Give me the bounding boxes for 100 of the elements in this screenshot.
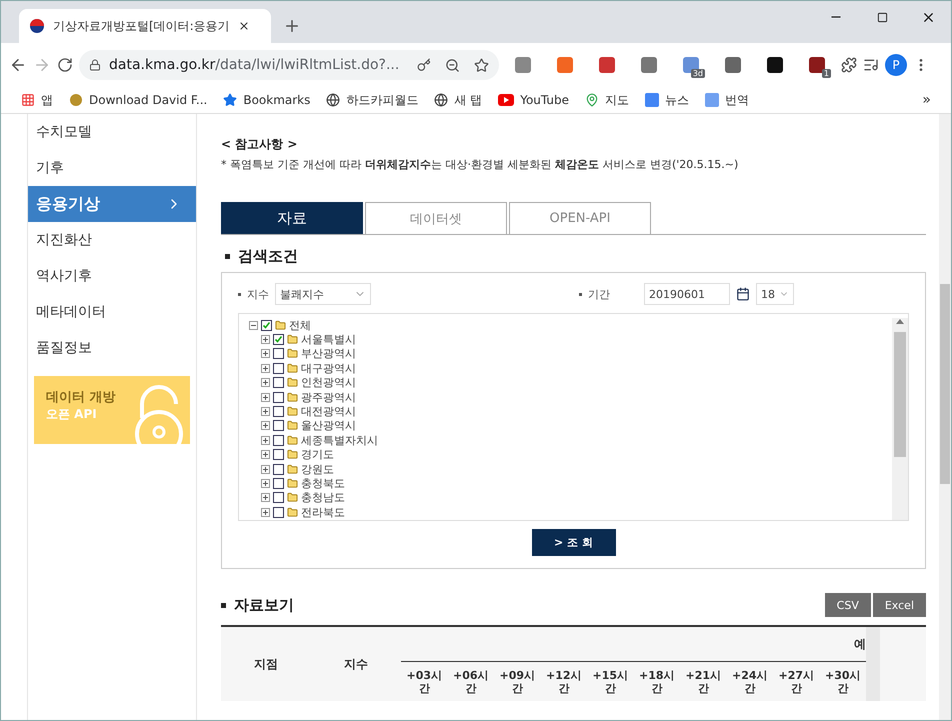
open-api-banner[interactable]: 데이터 개방 오픈 API — [34, 376, 190, 444]
column-header: +06시간 — [448, 661, 494, 701]
url-text[interactable]: data.kma.go.kr/data/lwi/lwiRltmList.do?... — [109, 57, 400, 73]
browser-tab[interactable]: 기상자료개방포털[데이터:응용기 — [19, 9, 271, 43]
media-list-icon[interactable] — [863, 57, 879, 73]
checkbox[interactable] — [261, 320, 272, 331]
scrollbar-thumb[interactable] — [940, 284, 950, 484]
expand-toggle[interactable] — [261, 407, 270, 416]
zoom-out-icon[interactable] — [445, 58, 460, 72]
column-header: 지점 — [253, 656, 279, 672]
checkbox[interactable] — [273, 362, 284, 374]
expand-toggle[interactable] — [261, 364, 270, 373]
tab[interactable]: 자료 — [221, 202, 363, 234]
scrollbar[interactable] — [892, 318, 908, 520]
expand-toggle[interactable] — [261, 450, 270, 460]
scroll-up-icon[interactable] — [896, 318, 904, 324]
tab[interactable]: 데이터셋 — [365, 202, 507, 234]
tree-item-label[interactable]: 대구광역시 — [301, 360, 356, 376]
bookmark-item[interactable]: Download David F... — [69, 93, 208, 107]
checkbox[interactable] — [273, 492, 284, 504]
expand-toggle[interactable] — [261, 478, 270, 488]
expand-toggle[interactable] — [261, 349, 270, 358]
checkbox[interactable] — [273, 449, 284, 460]
checkbox[interactable] — [273, 348, 284, 360]
sidebar-item[interactable]: 지진화산 — [28, 222, 196, 258]
column-header: 지수 — [343, 656, 369, 672]
search-button[interactable]: > 조 회 — [532, 529, 616, 556]
globe-icon — [434, 93, 448, 107]
sidebar-item[interactable]: 기후 — [28, 150, 196, 186]
tree-item-label[interactable]: 전체 — [289, 318, 311, 333]
tree-item-label[interactable]: 서울특별시 — [301, 332, 356, 348]
more-bookmarks[interactable]: » — [922, 92, 931, 108]
checkbox[interactable] — [273, 420, 284, 432]
collapse-toggle[interactable] — [249, 320, 258, 330]
map-pin-icon — [585, 93, 600, 107]
address-field[interactable]: data.kma.go.kr/data/lwi/lwiRltmList.do?... — [79, 50, 499, 80]
tree-item-label[interactable]: 부산광역시 — [301, 346, 356, 362]
index-select[interactable]: 불쾌지수 — [275, 283, 371, 305]
tree-item-label[interactable]: 충청남도 — [301, 490, 345, 506]
bookmark-item[interactable]: YouTube — [498, 93, 570, 107]
puzzle-icon[interactable] — [841, 57, 857, 73]
expand-toggle[interactable] — [261, 392, 270, 402]
expand-toggle[interactable] — [261, 464, 270, 474]
checkbox[interactable] — [273, 478, 284, 489]
tree-item-label[interactable]: 세종특별자치시 — [301, 432, 378, 448]
bookmark-item[interactable]: 번역 — [705, 92, 750, 108]
expand-toggle[interactable] — [261, 493, 270, 502]
bookmark-item[interactable]: 하드카피월드 — [326, 92, 418, 108]
tree-item-label[interactable]: 강원도 — [301, 462, 334, 477]
reload-icon[interactable] — [57, 57, 73, 73]
column-header: +24시간 — [726, 661, 773, 701]
scrollbar-thumb[interactable] — [894, 332, 906, 457]
checkbox[interactable] — [273, 434, 284, 446]
scrollbar[interactable] — [939, 114, 951, 720]
tree-item-label[interactable]: 광주광역시 — [301, 390, 356, 405]
sidebar-item[interactable]: 메타데이터 — [28, 294, 196, 330]
sidebar-item[interactable]: 품질정보 — [28, 330, 196, 366]
key-icon[interactable] — [417, 58, 431, 72]
sidebar-item[interactable]: 수치모델 — [28, 114, 196, 150]
folder-icon — [287, 434, 298, 446]
bookmark-item[interactable]: 뉴스 — [645, 92, 690, 108]
calendar-icon[interactable] — [736, 287, 750, 301]
sidebar-item[interactable]: 역사기후 — [28, 258, 196, 294]
date-field[interactable]: 20190601 — [644, 283, 730, 305]
tree-item-label[interactable]: 경기도 — [301, 447, 334, 462]
checkbox[interactable] — [273, 464, 284, 475]
folder-icon — [287, 478, 298, 489]
bookmark-item[interactable]: 지도 — [585, 92, 630, 108]
back-icon[interactable] — [9, 56, 27, 74]
notice-text: * 폭염특보 기준 개선에 따라 더위체감지수는 대상·환경별 세분화된 체감온도 서비스로 변경('20.5.15.~) — [221, 157, 740, 172]
tree-item-label[interactable]: 대전광역시 — [301, 404, 356, 420]
tree-item-label[interactable]: 전라북도 — [301, 504, 345, 520]
tree-item-label[interactable]: 인천광역시 — [301, 375, 356, 390]
expand-toggle[interactable] — [261, 421, 270, 430]
bookmark-item[interactable]: 새 탭 — [434, 92, 482, 108]
star-icon[interactable] — [474, 58, 489, 72]
lock-icon[interactable] — [89, 59, 101, 71]
tab[interactable]: OPEN-API — [509, 202, 651, 234]
checkbox[interactable] — [273, 406, 284, 418]
maximize-icon[interactable] — [876, 12, 888, 22]
folder-icon — [287, 492, 298, 504]
close-icon[interactable] — [238, 20, 250, 32]
sidebar-item[interactable]: 응용기상 — [28, 186, 196, 222]
checkbox[interactable] — [273, 506, 284, 518]
profile-avatar[interactable]: P — [885, 54, 907, 76]
export-button[interactable]: Excel — [872, 593, 926, 617]
tree-item-label[interactable]: 울산광역시 — [301, 418, 356, 434]
hour-select[interactable]: 18 — [756, 283, 794, 305]
bookmark-item[interactable]: Bookmarks — [223, 93, 310, 107]
scrollbar[interactable] — [866, 627, 880, 701]
expand-toggle[interactable] — [261, 378, 270, 388]
tree-item-label[interactable]: 충청북도 — [301, 476, 345, 491]
expand-toggle[interactable] — [261, 436, 270, 445]
expand-toggle[interactable] — [261, 335, 270, 344]
checkbox[interactable] — [273, 377, 284, 388]
bookmark-item[interactable]: 앱 — [21, 92, 53, 108]
checkbox[interactable] — [273, 392, 284, 403]
export-button[interactable]: CSV — [824, 593, 871, 617]
expand-toggle[interactable] — [261, 508, 270, 517]
checkbox[interactable] — [273, 334, 284, 346]
